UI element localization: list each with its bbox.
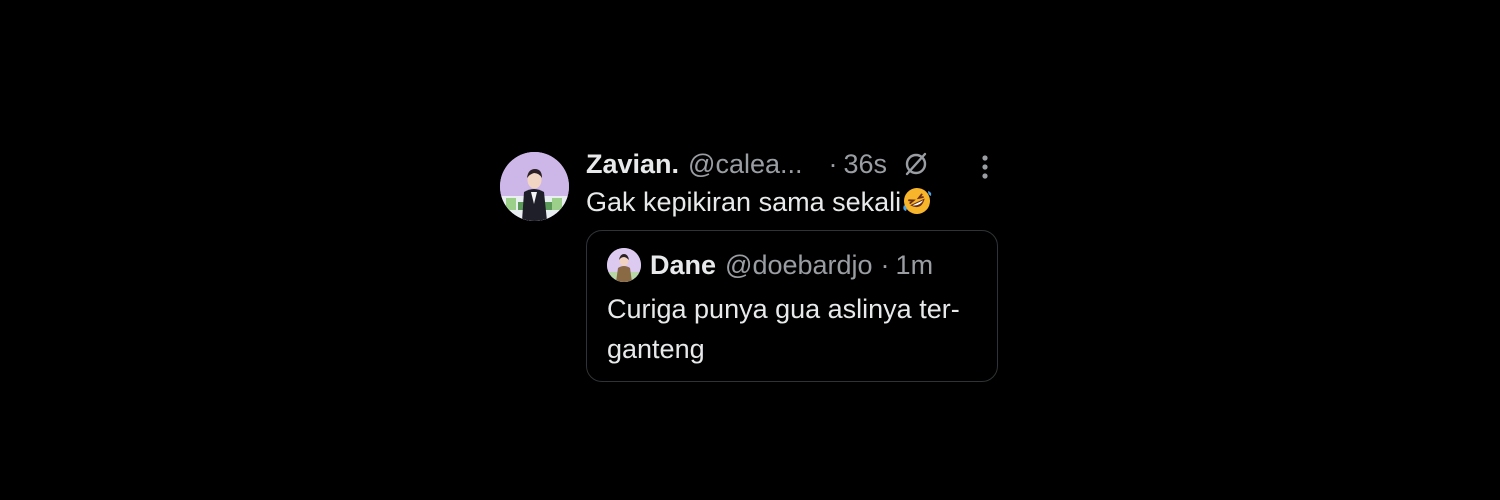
quoted-author-handle[interactable]: @doebardjo xyxy=(725,250,873,281)
rolling-on-the-floor-laughing-emoji-icon xyxy=(901,185,933,217)
grok-icon[interactable] xyxy=(901,149,931,179)
quoted-separator-dot: · xyxy=(880,249,890,280)
author-display-name[interactable]: Zavian. xyxy=(586,149,679,180)
profile-photo-icon xyxy=(500,152,569,221)
tweet[interactable]: Zavian. @calea... · 36s Gak kepikiran sa… xyxy=(500,146,1000,386)
quoted-tweet[interactable]: Dane @doebardjo · 1m Curiga punya gua as… xyxy=(586,230,998,382)
tweet-text-body: Gak kepikiran sama sekali xyxy=(586,187,902,217)
quoted-tweet-header: Dane @doebardjo · 1m xyxy=(607,247,933,283)
more-dots-icon[interactable] xyxy=(970,152,1000,182)
quoted-tweet-timestamp[interactable]: 1m xyxy=(896,250,934,281)
separator-dot: · xyxy=(828,148,838,179)
profile-photo-small-icon xyxy=(607,248,641,282)
tweet-timestamp[interactable]: 36s xyxy=(844,149,888,180)
tweet-header: Zavian. @calea... · 36s xyxy=(586,146,1000,182)
author-handle[interactable]: @calea... xyxy=(688,149,802,180)
tweet-content: Zavian. @calea... · 36s Gak kepikiran sa… xyxy=(586,146,1000,382)
author-avatar[interactable] xyxy=(500,152,569,221)
quoted-author-avatar[interactable] xyxy=(607,248,641,282)
quoted-tweet-text: Curiga punya gua aslinya ter-ganteng xyxy=(607,294,960,364)
tweet-text: Gak kepikiran sama sekali xyxy=(586,184,1000,220)
quoted-author-display-name[interactable]: Dane xyxy=(650,250,716,281)
